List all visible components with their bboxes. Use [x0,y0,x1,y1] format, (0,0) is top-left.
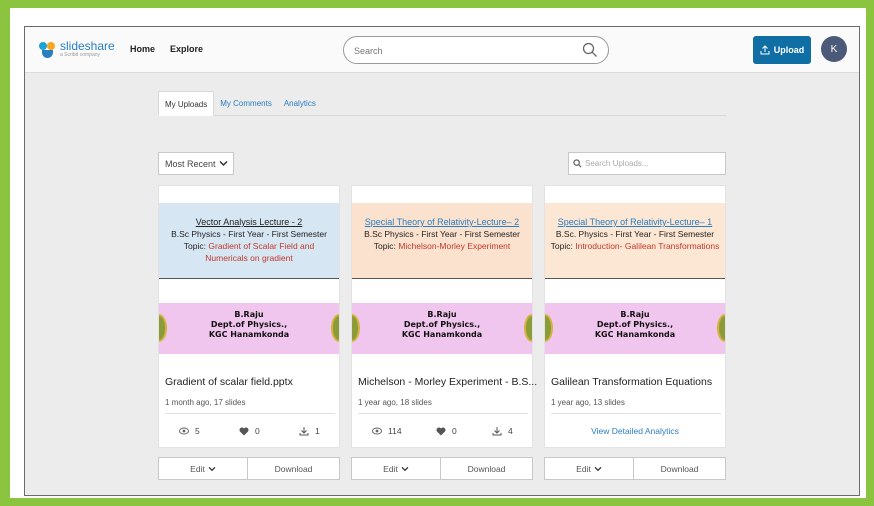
user-avatar[interactable]: K [821,36,847,62]
thumbnail-title-band: Vector Analysis Lecture - 2 B.Sc Physics… [159,203,339,279]
thumbnail-topic: Topic: Introduction- Galilean Transforma… [550,241,720,251]
upload-label: Upload [773,45,805,55]
thumbnail-title-band: Special Theory of Relativity-Lecture– 1 … [545,203,725,279]
download-button[interactable]: Download [441,457,533,480]
view-analytics-link[interactable]: View Detailed Analytics [545,426,725,436]
thumbnail-author-band: B.Raju Dept.of Physics., KGC Hanamkonda [352,303,532,354]
tab-my-comments[interactable]: My Comments [214,91,278,116]
chevron-down-icon [401,466,409,471]
thumbnail-college: KGC Hanamkonda [594,330,676,339]
thumbnail-dept: Dept.of Physics., [210,320,288,329]
thumbnail-title-band: Special Theory of Relativity-Lecture– 2 … [352,203,532,279]
thumbnail-topic: Topic: Michelson-Morley Experiment [373,241,511,251]
card-title[interactable]: Galilean Transformation Equations [551,376,712,388]
top-navbar: slideshare a Scribd company Home Explore… [25,27,859,73]
thumbnail-author: B.Raju [427,310,457,319]
brand-tagline: a Scribd company [60,51,101,58]
eye-icon [179,427,189,435]
eye-icon [372,427,382,435]
downloads-stat: 4 [492,426,513,436]
upload-card[interactable]: Special Theory of Relativity-Lecture– 2 … [351,185,537,448]
thumbnail-topic-cont: Numericals on gradient [205,253,293,263]
downloads-stat: 1 [299,426,320,436]
download-button[interactable]: Download [634,457,726,480]
thumbnail-author-band: B.Raju Dept.of Physics., KGC Hanamkonda [545,303,725,354]
divider [551,413,721,414]
thumbnail-title: Special Theory of Relativity-Lecture– 2 [364,217,520,227]
divider [358,413,528,414]
card-meta: 1 year ago, 18 slides [358,398,432,407]
download-button[interactable]: Download [248,457,340,480]
thumbnail-subtitle: B.Sc. Physics - First Year - First Semes… [555,229,715,239]
slideshare-logo[interactable]: slideshare a Scribd company [39,39,115,59]
card-actions: Edit Download [351,457,533,480]
search-icon [573,159,582,168]
heart-icon [436,427,446,435]
divider [165,413,335,414]
upload-card[interactable]: Special Theory of Relativity-Lecture– 1 … [544,185,726,448]
edit-button[interactable]: Edit [158,457,248,480]
uploads-tabs: My Uploads My Comments Analytics [158,91,726,116]
thumbnail-author: B.Raju [234,310,264,319]
search-uploads-placeholder: Search Uploads... [585,159,649,168]
thumbnail-dept: Dept.of Physics., [403,320,481,329]
thumbnail-college: KGC Hanamkonda [401,330,483,339]
thumbnail-college: KGC Hanamkonda [208,330,290,339]
nav-home-link[interactable]: Home [130,44,155,54]
search-placeholder: Search [354,46,383,56]
thumbnail-subtitle: B.Sc Physics - First Year - First Semest… [171,229,327,239]
upload-card[interactable]: Vector Analysis Lecture - 2 B.Sc Physics… [158,185,340,448]
thumbnail-subtitle: B.Sc Physics - First Year - First Semest… [364,229,520,239]
card-actions: Edit Download [544,457,726,480]
chevron-down-icon [219,160,228,167]
thumbnail-dept: Dept.of Physics., [596,320,674,329]
download-icon [492,427,502,436]
card-actions: Edit Download [158,457,340,480]
card-meta: 1 year ago, 13 slides [551,398,625,407]
thumbnail-author: B.Raju [620,310,650,319]
likes-stat: 0 [436,426,457,436]
tab-analytics[interactable]: Analytics [278,91,322,116]
upload-icon [760,45,770,55]
slideshare-logo-icon [39,39,57,59]
slide-thumbnail[interactable]: Special Theory of Relativity-Lecture– 2 … [352,186,532,354]
search-icon[interactable] [582,42,598,58]
heart-icon [239,427,249,435]
slide-thumbnail[interactable]: Special Theory of Relativity-Lecture– 1 … [545,186,725,354]
thumbnail-title: Vector Analysis Lecture - 2 [195,217,303,227]
likes-stat: 0 [239,426,260,436]
brand-name: slideshare [60,38,115,53]
card-meta: 1 month ago, 17 slides [165,398,246,407]
card-title[interactable]: Gradient of scalar field.pptx [165,376,293,388]
download-icon [299,427,309,436]
sort-selected: Most Recent [165,158,216,169]
views-stat: 5 [179,426,200,436]
thumbnail-title: Special Theory of Relativity-Lecture– 1 [557,217,713,227]
card-title[interactable]: Michelson - Morley Experiment - B.S... [358,376,537,388]
edit-button[interactable]: Edit [351,457,441,480]
search-input[interactable]: Search [343,36,609,64]
edit-button[interactable]: Edit [544,457,634,480]
thumbnail-topic: Topic: Gradient of Scalar Field and [183,241,315,251]
search-uploads-input[interactable]: Search Uploads... [568,152,726,175]
slide-thumbnail[interactable]: Vector Analysis Lecture - 2 B.Sc Physics… [159,186,339,354]
nav-explore-link[interactable]: Explore [170,44,203,54]
chevron-down-icon [594,466,602,471]
chevron-down-icon [208,466,216,471]
sort-dropdown[interactable]: Most Recent [158,152,234,175]
thumbnail-author-band: B.Raju Dept.of Physics., KGC Hanamkonda [159,303,339,354]
browser-screen: slideshare a Scribd company Home Explore… [24,26,860,496]
tab-my-uploads[interactable]: My Uploads [158,91,215,116]
views-stat: 114 [372,426,402,436]
upload-button[interactable]: Upload [753,36,811,64]
